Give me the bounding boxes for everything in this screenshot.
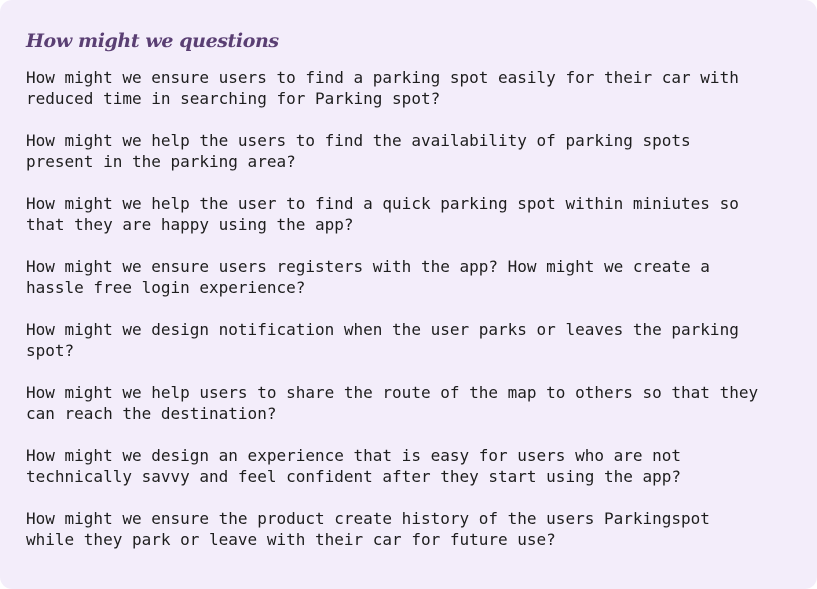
card-title: How might we questions: [26, 30, 279, 52]
question-item: How might we ensure the product create h…: [26, 509, 710, 549]
question-item: How might we ensure users registers with…: [26, 257, 710, 297]
hmw-card: How might we questions How might we ensu…: [0, 0, 817, 589]
question-item: How might we help the users to find the …: [26, 131, 691, 171]
question-item: How might we design notification when th…: [26, 320, 739, 360]
question-item: How might we help the user to find a qui…: [26, 194, 739, 234]
question-item: How might we design an experience that i…: [26, 446, 682, 486]
question-item: How might we ensure users to find a park…: [26, 68, 739, 108]
question-item: How might we help users to share the rou…: [26, 383, 759, 423]
question-list: How might we ensure users to find a park…: [26, 67, 793, 550]
